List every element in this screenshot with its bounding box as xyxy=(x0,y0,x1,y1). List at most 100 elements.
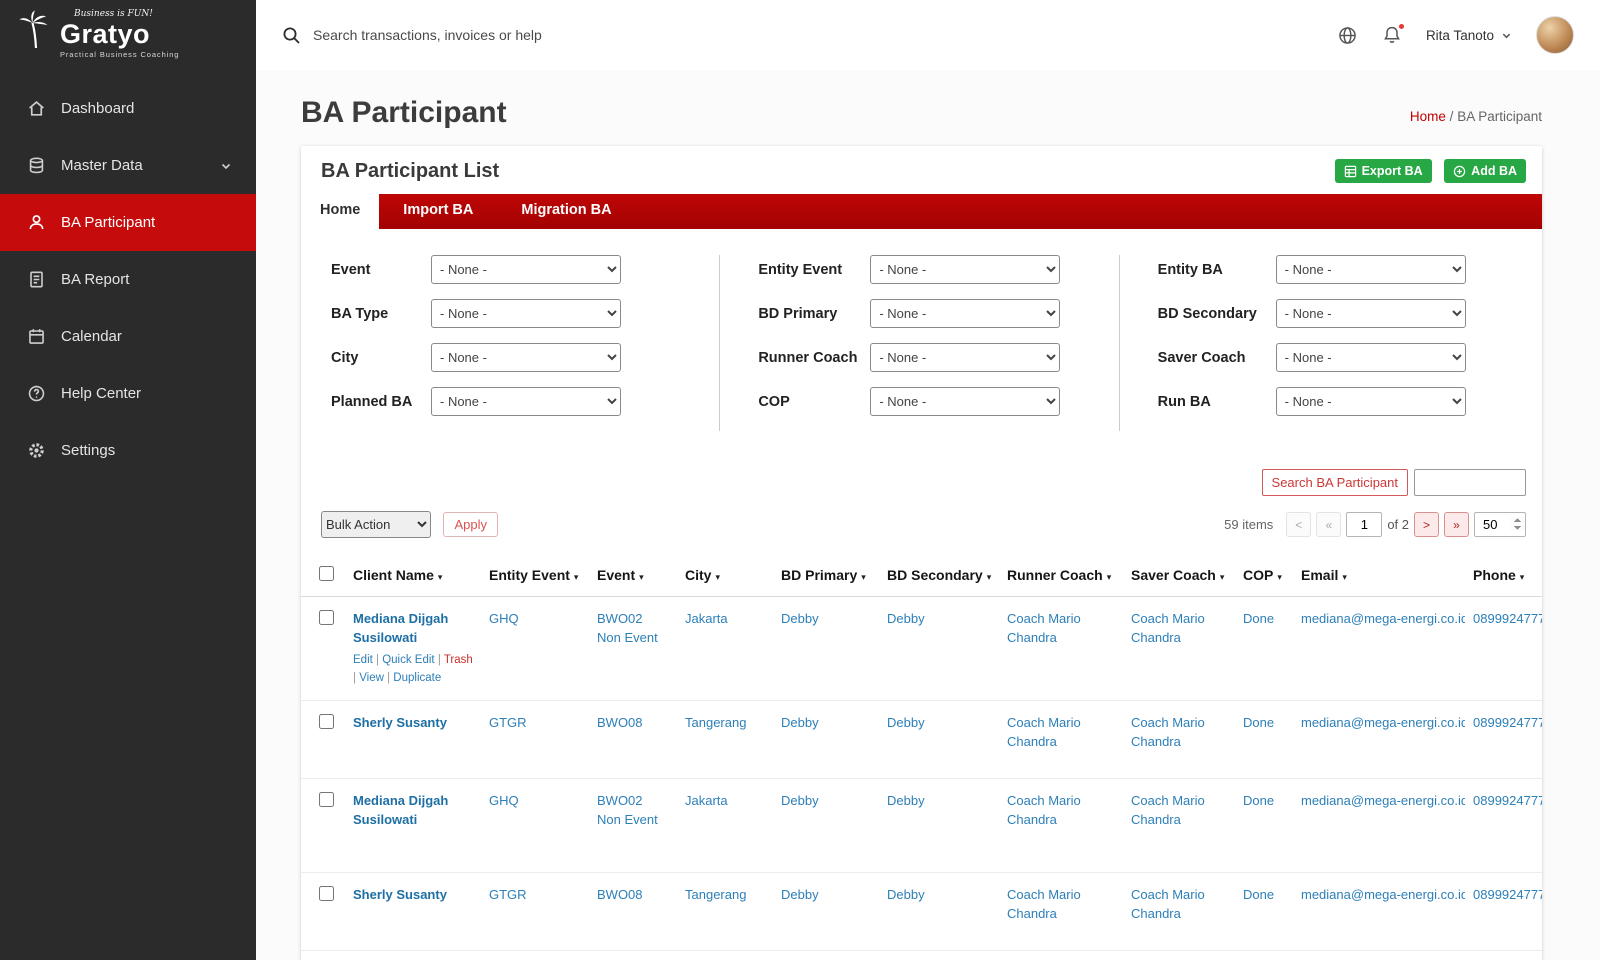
select-all-checkbox[interactable] xyxy=(319,566,334,581)
row-action-trash[interactable]: Trash xyxy=(444,654,473,666)
client-name-link[interactable]: Mediana Dijgah Susilowati xyxy=(353,611,448,645)
column-header[interactable]: Entity Event ▾ xyxy=(481,556,589,597)
sidebar-item-label: BA Participant xyxy=(61,214,156,231)
sidebar-item-calendar[interactable]: Calendar xyxy=(0,308,256,365)
row-action-edit[interactable]: Edit xyxy=(353,654,373,666)
sort-caret-icon: ▾ xyxy=(639,572,644,582)
global-search-input[interactable] xyxy=(313,27,1307,43)
cell-bd-primary: Debby xyxy=(773,950,879,960)
email-link[interactable]: mediana@mega-energi.co.id xyxy=(1301,715,1465,730)
cell-email: mediana@mega-energi.co.id xyxy=(1293,596,1465,702)
search-ba-participant-button[interactable]: Search BA Participant xyxy=(1261,469,1408,496)
column-header[interactable]: Client Name ▾ xyxy=(345,556,481,597)
filter-runner-coach-select[interactable]: - None - xyxy=(870,343,1061,372)
page-size-input[interactable] xyxy=(1474,512,1526,537)
cell-city: Jakarta xyxy=(677,950,773,960)
filter-bd-primary-select[interactable]: - None - xyxy=(870,299,1061,328)
row-checkbox[interactable] xyxy=(319,714,334,730)
filter-event-select[interactable]: - None - xyxy=(431,255,621,284)
prev-page-button[interactable]: < xyxy=(1286,512,1312,537)
chevron-down-icon xyxy=(1501,30,1512,41)
filter-cop-select[interactable]: - None - xyxy=(870,387,1061,416)
filter-bd-secondary-select[interactable]: - None - xyxy=(1275,299,1466,328)
cell-runner-coach: Coach Mario Chandra xyxy=(999,700,1123,780)
column-header[interactable]: City ▾ xyxy=(677,556,773,597)
tab-import-ba[interactable]: Import BA xyxy=(379,194,497,229)
row-action-quick-edit[interactable]: Quick Edit xyxy=(382,654,434,666)
user-menu[interactable]: Rita Tanoto xyxy=(1426,28,1512,43)
column-header[interactable]: BD Secondary ▾ xyxy=(879,556,999,597)
sort-caret-icon: ▾ xyxy=(1277,572,1282,582)
client-name-link[interactable]: Sherly Susanty xyxy=(353,887,447,902)
page-number-input[interactable] xyxy=(1346,512,1383,537)
cell-client-name: Mediana Dijgah Susilowati Edit | Quick Ed… xyxy=(345,596,481,702)
client-name-link[interactable]: Mediana Dijgah Susilowati xyxy=(353,793,448,827)
notification-dot xyxy=(1396,21,1406,31)
sidebar-item-label: Master Data xyxy=(61,157,143,174)
plus-circle-icon xyxy=(1453,165,1466,178)
filter-entity-event-select[interactable]: - None - xyxy=(870,255,1061,284)
column-header[interactable]: Runner Coach ▾ xyxy=(999,556,1123,597)
filter-ba-type-select[interactable]: - None - xyxy=(431,299,621,328)
row-checkbox[interactable] xyxy=(319,792,334,808)
logo-subtitle: Practical Business Coaching xyxy=(60,50,180,59)
sidebar-menu: Dashboard Master Data BA Participant BA … xyxy=(0,80,256,479)
sidebar-item-ba-report[interactable]: BA Report xyxy=(0,251,256,308)
table-row: Mediana Dijgah Susilowati GHQBWO02Non Eve… xyxy=(301,778,1542,874)
table-row: Mediana Dijgah Susilowati Edit | Quick Ed… xyxy=(301,596,1542,702)
logo[interactable]: Business is FUN! Gratyo Practical Busine… xyxy=(0,0,256,72)
filter-entity-ba-select[interactable]: - None - xyxy=(1275,255,1466,284)
export-ba-button[interactable]: Export BA xyxy=(1334,159,1432,183)
sort-caret-icon: ▾ xyxy=(1106,572,1112,582)
row-checkbox[interactable] xyxy=(319,610,334,625)
email-link[interactable]: mediana@mega-energi.co.id xyxy=(1301,887,1465,902)
column-header[interactable]: Phone ▾ xyxy=(1465,556,1542,597)
cell-bd-secondary: Debby xyxy=(879,872,999,952)
sidebar-item-settings[interactable]: Settings xyxy=(0,422,256,479)
filter-entity-ba: Entity BA - None - xyxy=(1158,255,1518,284)
column-header[interactable]: Email ▾ xyxy=(1293,556,1465,597)
breadcrumb: Home / BA Participant xyxy=(1410,109,1542,130)
next-page-button[interactable]: > xyxy=(1414,512,1439,537)
cell-city: Tangerang xyxy=(677,700,773,780)
search-ba-participant-input[interactable] xyxy=(1414,469,1526,496)
sort-caret-icon: ▾ xyxy=(1519,572,1525,582)
pagination: 59 items < « of 2 > » xyxy=(1224,512,1526,537)
cell-phone: 08999247775 xyxy=(1465,596,1542,702)
email-link[interactable]: mediana@mega-energi.co.id xyxy=(1301,793,1465,808)
email-link[interactable]: mediana@mega-energi.co.id xyxy=(1301,611,1465,626)
tab-home[interactable]: Home xyxy=(301,194,380,229)
first-page-button[interactable]: « xyxy=(1316,512,1342,537)
column-header[interactable]: BD Primary ▾ xyxy=(773,556,879,597)
avatar[interactable] xyxy=(1536,16,1574,54)
filter-run-ba-select[interactable]: - None - xyxy=(1275,387,1466,416)
row-action-view[interactable]: View xyxy=(359,672,384,684)
filter-planned-ba-select[interactable]: - None - xyxy=(431,387,621,416)
bell-icon[interactable] xyxy=(1382,21,1406,46)
cell-email: mediana@mega-energi.co.id xyxy=(1293,778,1465,874)
row-checkbox[interactable] xyxy=(319,886,334,902)
globe-icon[interactable] xyxy=(1337,25,1358,46)
add-ba-button[interactable]: Add BA xyxy=(1444,159,1526,183)
filter-city-select[interactable]: - None - xyxy=(431,343,621,372)
column-header[interactable]: Event ▾ xyxy=(589,556,677,597)
bulk-action-select[interactable]: Bulk Action xyxy=(321,511,431,538)
column-header[interactable]: COP ▾ xyxy=(1235,556,1293,597)
breadcrumb-home-link[interactable]: Home xyxy=(1410,109,1446,124)
table-header-row: Client Name ▾ Entity Event ▾ Event ▾ City ▾ BD P… xyxy=(301,556,1542,597)
sidebar-item-master-data[interactable]: Master Data xyxy=(0,137,256,194)
report-icon xyxy=(27,270,46,289)
filter-saver-coach-select[interactable]: - None - xyxy=(1275,343,1466,372)
last-page-button[interactable]: » xyxy=(1444,512,1469,537)
filter-city: City - None - xyxy=(331,343,691,372)
tab-migration-ba[interactable]: Migration BA xyxy=(497,194,635,229)
client-name-link[interactable]: Sherly Susanty xyxy=(353,715,447,730)
sidebar-item-label: Settings xyxy=(61,442,116,459)
row-action-duplicate[interactable]: Duplicate xyxy=(393,672,441,684)
column-header[interactable]: Saver Coach ▾ xyxy=(1123,556,1235,597)
sidebar-item-dashboard[interactable]: Dashboard xyxy=(0,80,256,137)
apply-button[interactable]: Apply xyxy=(443,512,498,537)
sidebar-item-ba-participant[interactable]: BA Participant xyxy=(0,194,256,251)
table-body: Mediana Dijgah Susilowati Edit | Quick Ed… xyxy=(301,596,1542,960)
sidebar-item-help-center[interactable]: Help Center xyxy=(0,365,256,422)
